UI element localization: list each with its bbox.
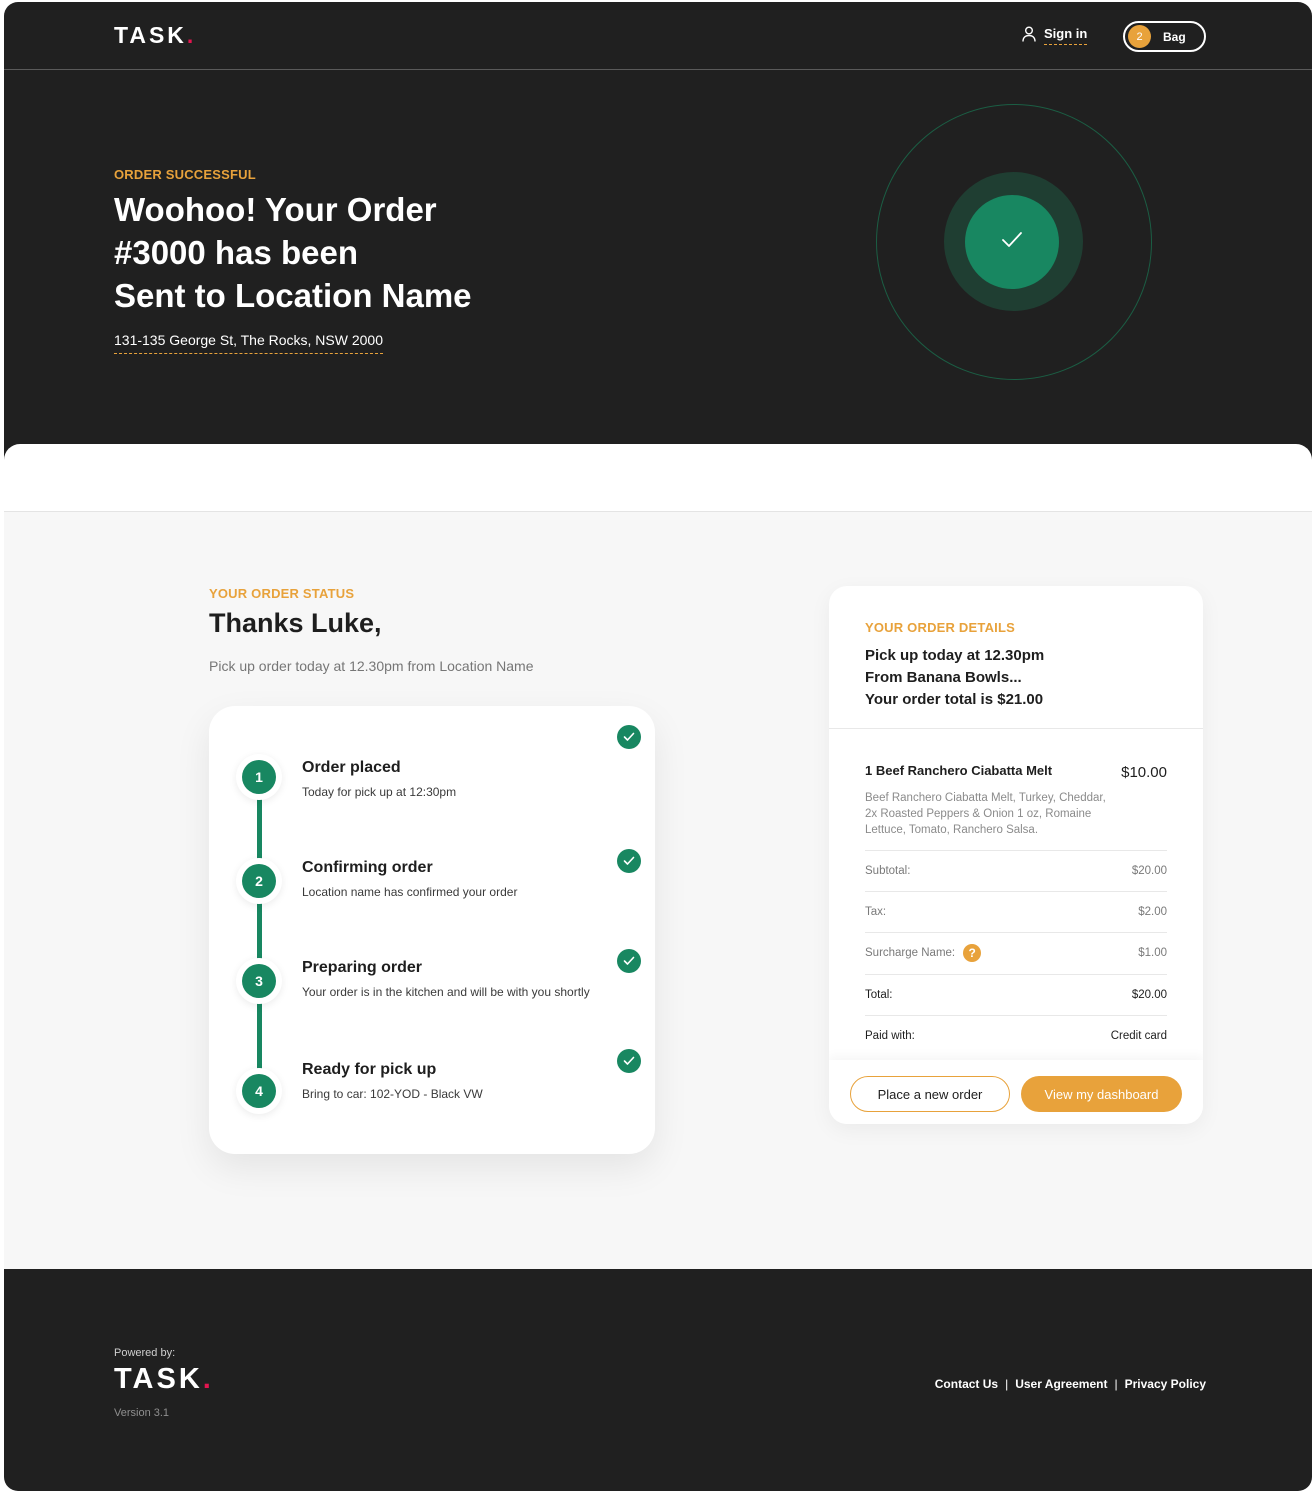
step-title: Confirming order bbox=[302, 859, 433, 876]
order-details-header: YOUR ORDER DETAILS Pick up today at 12.3… bbox=[829, 586, 1203, 729]
step-description: Your order is in the kitchen and will be… bbox=[302, 985, 590, 999]
line-item-name: 1 Beef Ranchero Ciabatta Melt bbox=[865, 763, 1053, 778]
row-value: $2.00 bbox=[1138, 906, 1167, 918]
check-icon bbox=[1001, 231, 1023, 254]
step-description: Bring to car: 102-YOD - Black VW bbox=[302, 1087, 483, 1101]
progress-track bbox=[257, 772, 262, 1090]
step-number: 4 bbox=[242, 1074, 276, 1108]
step-complete-check-icon bbox=[617, 849, 641, 873]
help-icon[interactable]: ? bbox=[963, 944, 982, 962]
step-complete-check-icon bbox=[617, 949, 641, 973]
pickup-summary: Pick up order today at 12.30pm from Loca… bbox=[209, 658, 534, 674]
line-item-price: $10.00 bbox=[1121, 764, 1167, 781]
step-title: Preparing order bbox=[302, 959, 423, 976]
task-logo[interactable]: TASK. bbox=[114, 22, 196, 49]
top-navigation: TASK. Sign in 2 Bag bbox=[4, 2, 1312, 70]
bag-button[interactable]: 2 Bag bbox=[1123, 21, 1206, 52]
logo-dot: . bbox=[186, 22, 197, 48]
row-label: Subtotal: bbox=[865, 865, 911, 877]
row-value: Credit card bbox=[1110, 1030, 1167, 1042]
row-label: Surcharge Name: bbox=[865, 947, 956, 960]
row-label: Total: bbox=[865, 989, 893, 1001]
step-number: 3 bbox=[242, 964, 276, 998]
surcharge-row: Surcharge Name:? $1.00 bbox=[865, 932, 1167, 973]
privacy-policy-link[interactable]: Privacy Policy bbox=[1125, 1377, 1206, 1391]
bag-label: Bag bbox=[1163, 29, 1186, 44]
step-number-badge: 3 bbox=[236, 958, 282, 1004]
sign-in-label: Sign in bbox=[1044, 26, 1088, 45]
logo-text: TASK bbox=[114, 22, 187, 48]
progress-step: 2 Confirming order Location name has con… bbox=[209, 849, 655, 918]
progress-step: 4 Ready for pick up Bring to car: 102-YO… bbox=[209, 1049, 655, 1128]
row-value: $1.00 bbox=[1138, 947, 1167, 959]
order-actions: Place a new order View my dashboard bbox=[829, 1060, 1203, 1124]
step-description: Location name has confirmed your order bbox=[302, 885, 518, 899]
surcharge-label-group: Surcharge Name:? bbox=[865, 944, 982, 962]
location-address-link[interactable]: 131-135 George St, The Rocks, NSW 2000 bbox=[114, 332, 383, 354]
greeting-heading: Thanks Luke, bbox=[209, 608, 382, 638]
user-icon bbox=[1022, 26, 1036, 45]
place-new-order-button[interactable]: Place a new order bbox=[850, 1076, 1010, 1112]
subtotal-row: Subtotal: $20.00 bbox=[865, 850, 1167, 891]
contact-us-link[interactable]: Contact Us bbox=[935, 1377, 998, 1391]
step-number-badge: 2 bbox=[236, 858, 282, 904]
sign-in-link[interactable]: Sign in bbox=[1022, 26, 1088, 45]
hero-section: TASK. Sign in 2 Bag ORDER SUCCESSFUL Woo… bbox=[4, 2, 1312, 502]
step-complete-check-icon bbox=[617, 1049, 641, 1073]
footer-task-logo: TASK. bbox=[114, 1363, 214, 1396]
step-title: Ready for pick up bbox=[302, 1061, 437, 1078]
summary-line: From Banana Bowls... bbox=[865, 669, 1022, 686]
line-item-description: Beef Ranchero Ciabatta Melt, Turkey, Che… bbox=[865, 792, 1106, 836]
order-summary: Pick up today at 12.30pm From Banana Bow… bbox=[865, 645, 1044, 711]
order-progress-card: 1 Order placed Today for pick up at 12:3… bbox=[209, 706, 655, 1154]
page-frame: TASK. Sign in 2 Bag ORDER SUCCESSFUL Woo… bbox=[4, 2, 1312, 1491]
logo-dot: . bbox=[202, 1363, 214, 1395]
view-dashboard-button[interactable]: View my dashboard bbox=[1021, 1076, 1182, 1112]
summary-line: Pick up today at 12.30pm bbox=[865, 647, 1045, 664]
step-number-badge: 4 bbox=[236, 1068, 282, 1114]
step-number: 2 bbox=[242, 864, 276, 898]
progress-step: 3 Preparing order Your order is in the k… bbox=[209, 949, 655, 1018]
success-badge bbox=[965, 195, 1059, 289]
summary-line: Your order total is $21.00 bbox=[865, 691, 1044, 708]
row-label: Tax: bbox=[865, 906, 887, 918]
payment-row: Paid with: Credit card bbox=[865, 1015, 1167, 1056]
footer: Powered by: TASK. Version 3.1 Contact Us… bbox=[4, 1269, 1312, 1491]
order-successful-eyebrow: ORDER SUCCESSFUL bbox=[114, 167, 256, 182]
hero-title-line: Woohoo! Your Order bbox=[114, 191, 437, 228]
step-number-badge: 1 bbox=[236, 754, 282, 800]
powered-by-label: Powered by: bbox=[114, 1347, 176, 1359]
step-title: Order placed bbox=[302, 759, 401, 776]
step-description: Today for pick up at 12:30pm bbox=[302, 785, 457, 799]
step-complete-check-icon bbox=[617, 725, 641, 749]
order-details-eyebrow: YOUR ORDER DETAILS bbox=[865, 620, 1015, 635]
row-value: $20.00 bbox=[1131, 989, 1167, 1001]
progress-step: 1 Order placed Today for pick up at 12:3… bbox=[209, 725, 655, 814]
row-value: $20.00 bbox=[1131, 865, 1167, 877]
order-details-card: YOUR ORDER DETAILS Pick up today at 12.3… bbox=[829, 586, 1203, 1124]
hero-title: Woohoo! Your Order #3000 has been Sent t… bbox=[114, 188, 534, 317]
tax-row: Tax: $2.00 bbox=[865, 891, 1167, 932]
content-sheet-top bbox=[4, 444, 1312, 512]
version-label: Version 3.1 bbox=[114, 1407, 170, 1419]
bag-count-badge: 2 bbox=[1128, 25, 1151, 48]
row-label: Paid with: bbox=[865, 1030, 915, 1042]
footer-links: Contact Us | User Agreement | Privacy Po… bbox=[935, 1377, 1206, 1391]
link-separator: | bbox=[1005, 1377, 1009, 1391]
step-number: 1 bbox=[242, 760, 276, 794]
hero-title-line: Sent to Location Name bbox=[114, 277, 472, 314]
order-status-eyebrow: YOUR ORDER STATUS bbox=[209, 586, 355, 601]
link-separator: | bbox=[1114, 1377, 1118, 1391]
hero-title-line: #3000 has been bbox=[114, 234, 358, 271]
user-agreement-link[interactable]: User Agreement bbox=[1015, 1377, 1107, 1391]
total-row: Total: $20.00 bbox=[865, 974, 1167, 1015]
logo-text: TASK bbox=[114, 1363, 203, 1395]
